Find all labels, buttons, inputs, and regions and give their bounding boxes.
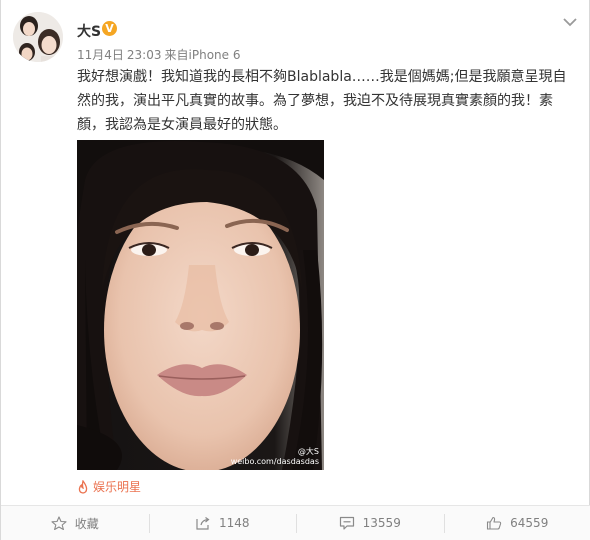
- post-image[interactable]: [77, 140, 324, 470]
- source-tag-label: 娱乐明星: [93, 480, 142, 494]
- via-prefix: 来自: [164, 48, 189, 62]
- post-date[interactable]: 11月4日: [77, 48, 124, 62]
- post-text: 我好想演戲！我知道我的長相不夠Blablabla……我是個媽媽;但是我願意呈現自…: [77, 69, 567, 133]
- star-icon: [51, 516, 67, 530]
- thumbs-up-icon: [486, 516, 502, 530]
- post-time[interactable]: 23:03: [127, 48, 162, 62]
- image-watermark: @大S weibo.com/dasdasdas: [177, 447, 319, 467]
- weibo-post: 大S V 11月4日 23:03 来自iPhone 6 我好想演戲！我知道我的長相不…: [0, 0, 590, 540]
- flame-icon: [77, 479, 89, 494]
- comment-button[interactable]: 13559: [296, 506, 444, 540]
- watermark-url: weibo.com/dasdasdas: [230, 457, 319, 466]
- like-button[interactable]: 64559: [443, 506, 590, 540]
- verified-badge-icon: V: [102, 21, 117, 36]
- repost-count: 1148: [218, 516, 250, 530]
- repost-button[interactable]: 1148: [148, 506, 297, 540]
- username[interactable]: 大S: [77, 21, 101, 41]
- favorite-button[interactable]: 收藏: [1, 506, 149, 540]
- like-count: 64559: [510, 516, 549, 530]
- comment-count: 13559: [362, 516, 401, 530]
- action-bar: 收藏 1148 13559 64559: [1, 505, 590, 540]
- share-icon: [195, 516, 211, 530]
- chevron-down-icon: [563, 18, 577, 27]
- source-tag[interactable]: 娱乐明星: [77, 478, 141, 495]
- post-meta: 11月4日 23:03 来自iPhone 6: [77, 46, 243, 63]
- post-device[interactable]: iPhone 6: [189, 48, 241, 62]
- avatar-image: [13, 12, 63, 62]
- watermark-handle: @大S: [297, 447, 319, 456]
- favorite-label: 收藏: [74, 516, 99, 531]
- comment-icon: [339, 516, 355, 530]
- avatar[interactable]: [13, 12, 63, 62]
- photo-portrait: [77, 140, 324, 470]
- more-options-button[interactable]: [561, 15, 579, 29]
